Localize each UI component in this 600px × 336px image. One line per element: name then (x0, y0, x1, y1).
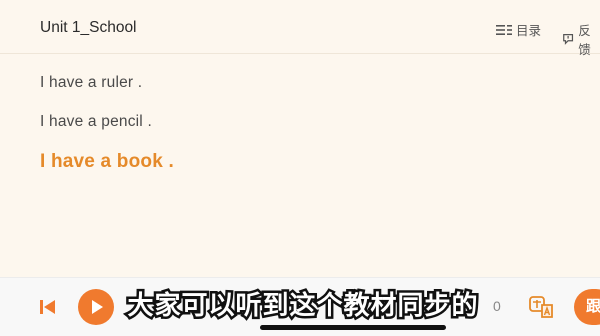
feedback-button[interactable]: 反馈 (562, 20, 600, 58)
translate-button[interactable] (528, 293, 556, 321)
list-icon (496, 24, 512, 35)
follow-read-button[interactable]: 跟 (574, 289, 600, 325)
sentence-line-active[interactable]: I have a book . (40, 151, 174, 173)
top-bar: Unit 1_School 目录 反馈 (0, 0, 600, 57)
video-subtitle: 大家可以听到这个教材同步的 (125, 289, 480, 324)
page-title: Unit 1_School (40, 19, 137, 36)
menu-label: 目录 (516, 24, 542, 38)
table-of-contents-button[interactable]: 目录 (496, 20, 541, 39)
feedback-icon (563, 34, 574, 45)
previous-button[interactable] (38, 298, 58, 316)
lyrics-panel: I have a ruler . I have a pencil . I hav… (0, 55, 600, 277)
feedback-label: 反馈 (578, 24, 591, 57)
skip-previous-icon (40, 300, 55, 314)
sentence-line[interactable]: I have a ruler . (40, 74, 142, 92)
home-indicator[interactable] (260, 325, 446, 330)
translate-icon (529, 296, 553, 318)
sentence-line[interactable]: I have a pencil . (40, 113, 152, 131)
